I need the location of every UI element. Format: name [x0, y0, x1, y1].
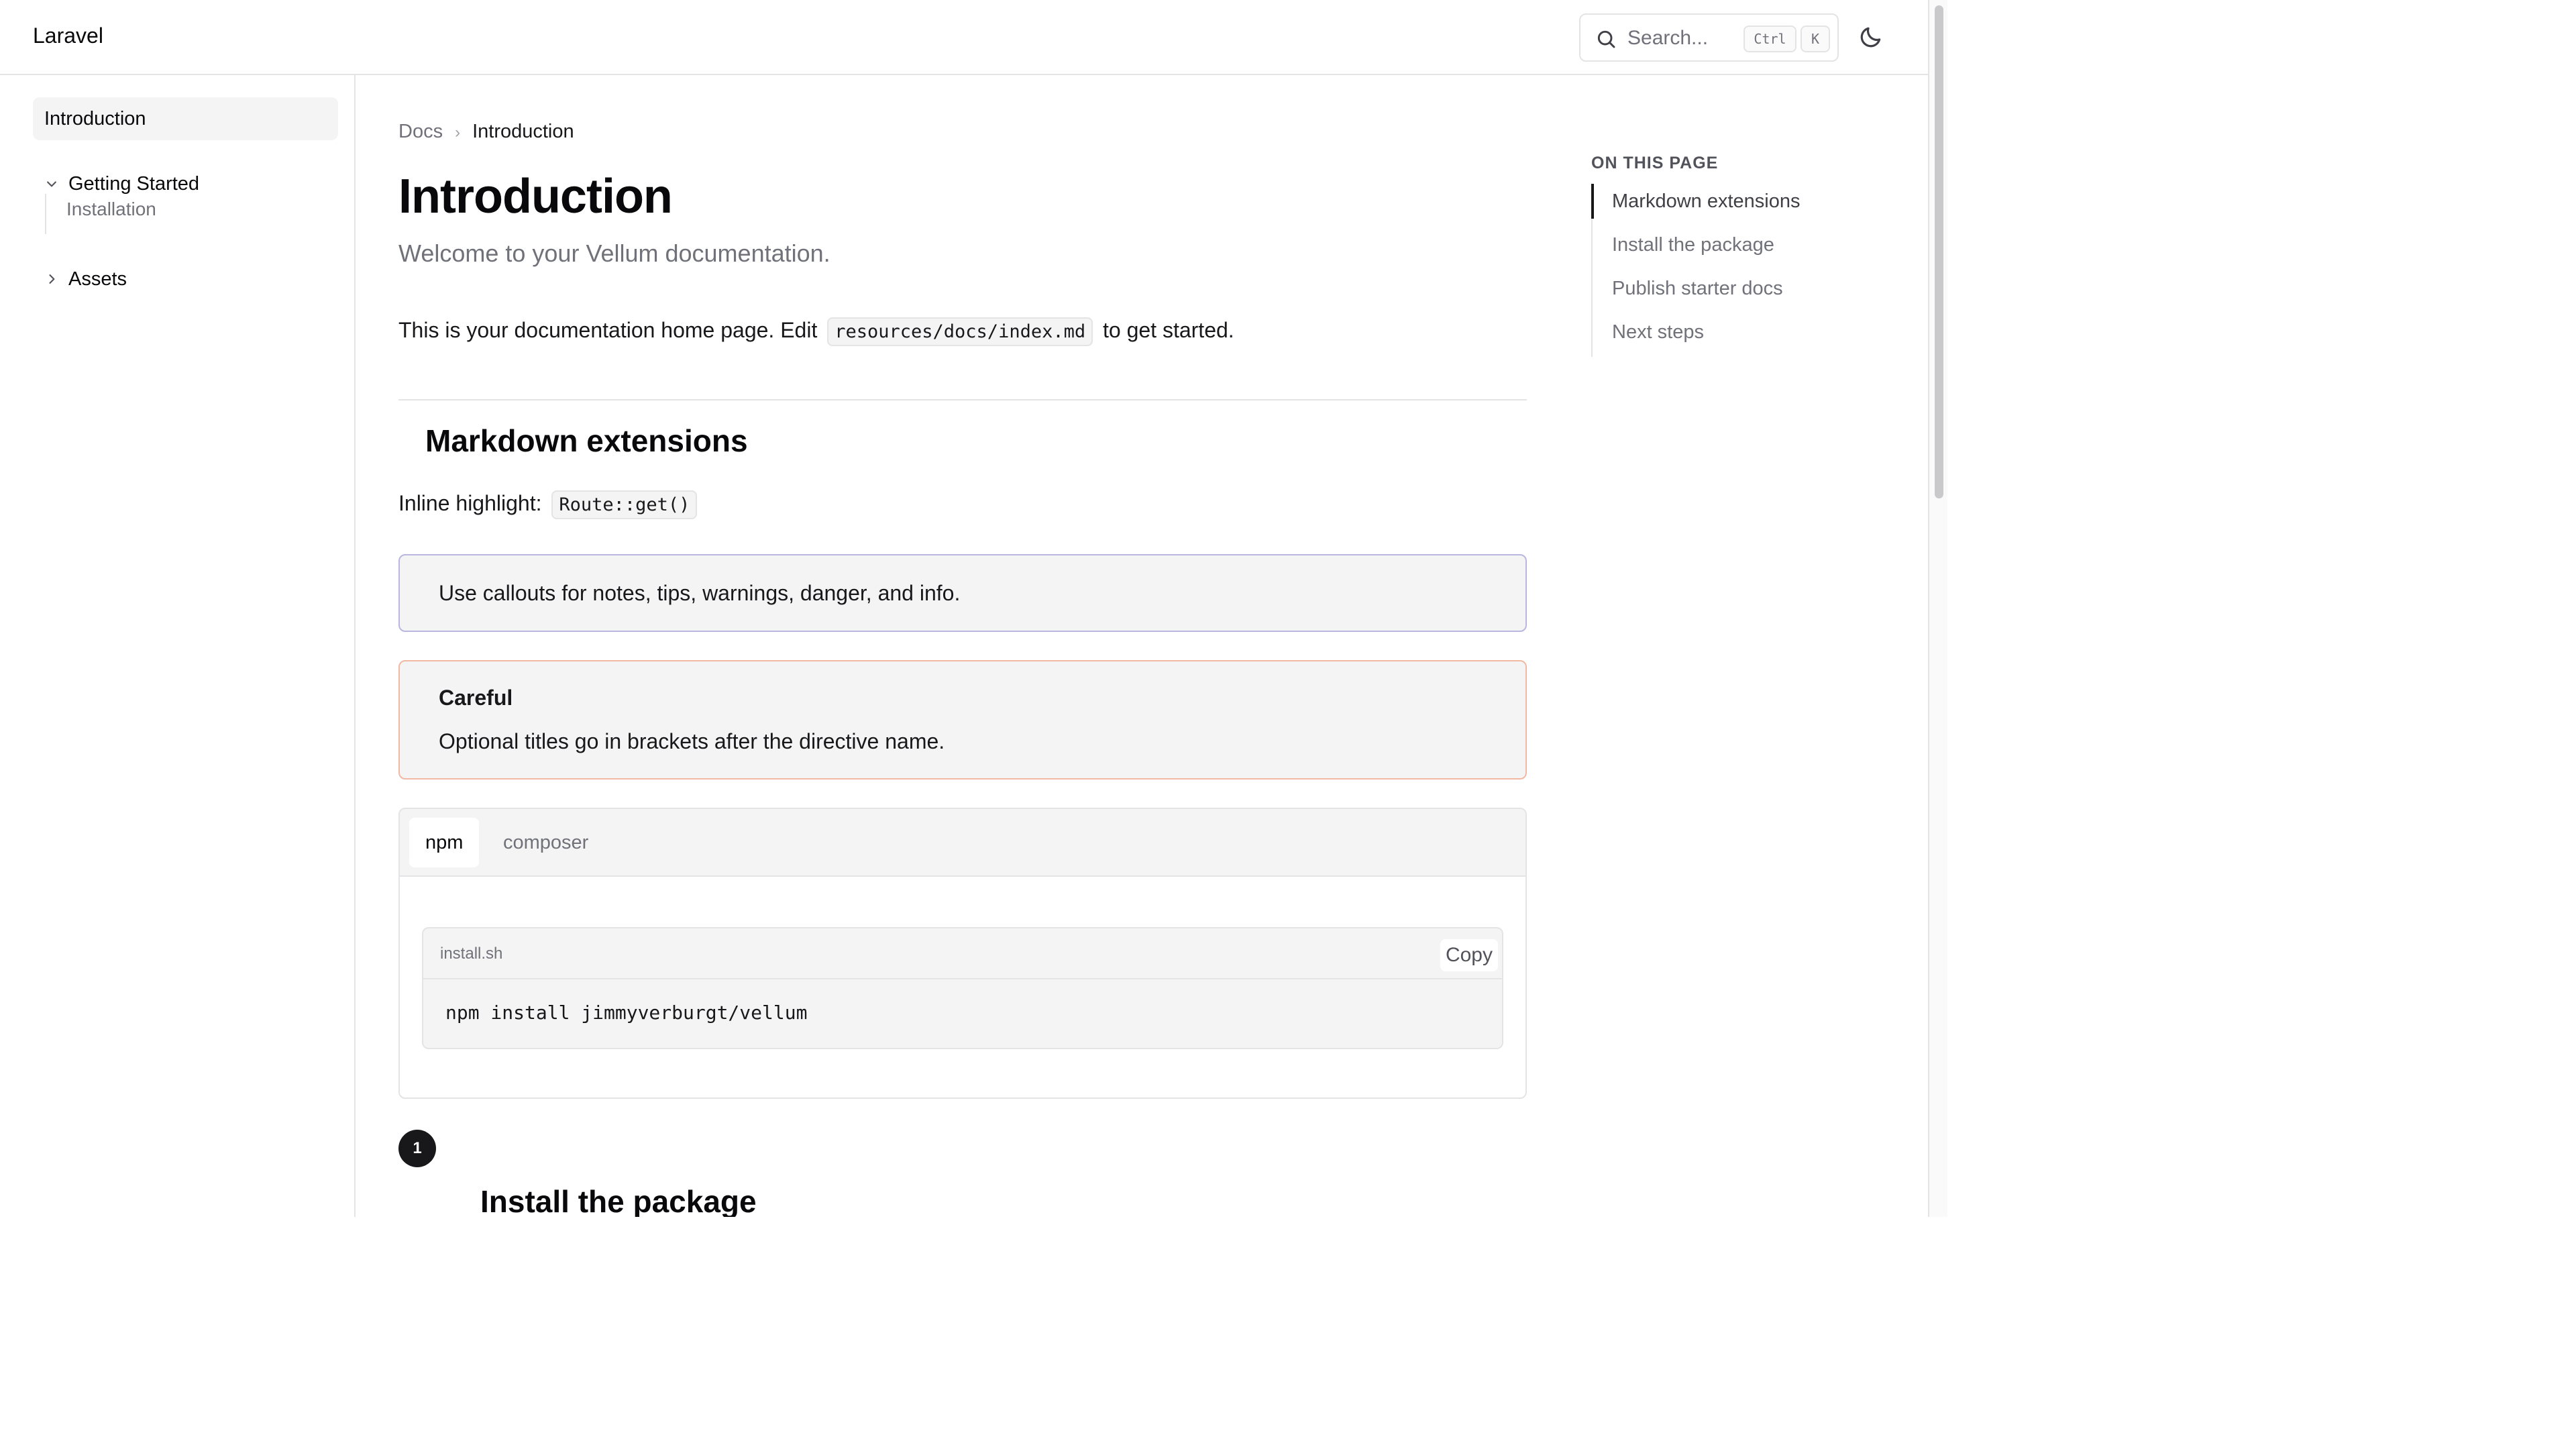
inline-highlight-line: Inline highlight: Route::get(): [398, 490, 701, 519]
callout-warning-title: Careful: [439, 686, 513, 710]
heading-install-package: Install the package: [480, 1184, 757, 1217]
code-tabs: npm composer install.sh Copy npm install…: [398, 808, 1527, 1099]
toc-item-publish-starter-docs[interactable]: Publish starter docs: [1612, 278, 1783, 300]
heading-markdown-extensions: Markdown extensions: [425, 423, 748, 458]
shortcut-ctrl-key: Ctrl: [1743, 25, 1796, 52]
intro-text-before: This is your documentation home page. Ed…: [398, 318, 818, 342]
callout-note: Use callouts for notes, tips, warnings, …: [398, 554, 1527, 632]
chevron-down-icon: [47, 181, 56, 187]
toc-item-next-steps[interactable]: Next steps: [1612, 321, 1704, 343]
docs-sidebar: Introduction Getting Started Installatio…: [0, 75, 356, 1217]
toc-item-markdown-extensions[interactable]: Markdown extensions: [1612, 191, 1800, 213]
callout-warning: Careful Optional titles go in brackets a…: [398, 660, 1527, 780]
search-placeholder: Search...: [1627, 27, 1709, 49]
site-brand[interactable]: Laravel: [33, 23, 103, 48]
vertical-scrollbar[interactable]: [1928, 0, 1947, 1217]
top-header: Laravel Search... Ctrl K: [0, 0, 1928, 75]
code-line: npm install jimmyverburgt/vellum: [445, 1002, 808, 1024]
sidebar-group-label: Assets: [68, 268, 127, 290]
inline-code-route: Route::get(): [551, 490, 698, 519]
code-block: install.sh Copy npm install jimmyverburg…: [422, 927, 1503, 1049]
shortcut-k-key: K: [1801, 25, 1830, 52]
code-filename: install.sh: [440, 945, 503, 963]
breadcrumb-docs-link[interactable]: Docs: [398, 121, 443, 142]
moon-icon[interactable]: [1858, 24, 1884, 50]
copy-button[interactable]: Copy: [1440, 939, 1498, 971]
sidebar-item-installation[interactable]: Installation: [66, 199, 156, 220]
toc-item-install-package[interactable]: Install the package: [1612, 234, 1774, 256]
sidebar-item-introduction[interactable]: Introduction: [33, 97, 338, 140]
tab-composer[interactable]: composer: [487, 818, 604, 867]
tab-npm[interactable]: npm: [409, 818, 480, 867]
callout-warning-text: Optional titles go in brackets after the…: [439, 729, 945, 753]
app-viewport: Laravel Search... Ctrl K Introduction Ge…: [0, 0, 1947, 1217]
sidebar-group-label: Getting Started: [68, 173, 200, 195]
breadcrumb-current: Introduction: [472, 121, 574, 142]
code-block-header: install.sh Copy: [423, 928, 1502, 979]
section-divider: [398, 399, 1527, 400]
intro-text-after: to get started.: [1103, 318, 1234, 342]
inline-code-path: resources/docs/index.md: [827, 317, 1093, 346]
intro-paragraph: This is your documentation home page. Ed…: [398, 317, 1234, 346]
breadcrumb: Docs › Introduction: [398, 121, 574, 143]
chevron-right-icon: [49, 274, 55, 284]
step-number-badge: 1: [398, 1130, 436, 1167]
scrollbar-thumb[interactable]: [1935, 5, 1943, 498]
toc-active-indicator: [1591, 184, 1594, 219]
search-icon: [1597, 30, 1615, 48]
chevron-right-icon: ›: [455, 123, 461, 142]
page-lead: Welcome to your Vellum documentation.: [398, 239, 830, 267]
toc-title: ON THIS PAGE: [1591, 154, 1719, 172]
callout-note-text: Use callouts for notes, tips, warnings, …: [439, 581, 961, 605]
tab-list: npm composer: [400, 809, 1525, 877]
page-title: Introduction: [398, 170, 673, 223]
search-button[interactable]: Search... Ctrl K: [1579, 13, 1839, 62]
sidebar-subtree-line: [45, 194, 46, 234]
inline-highlight-label: Inline highlight:: [398, 491, 542, 515]
